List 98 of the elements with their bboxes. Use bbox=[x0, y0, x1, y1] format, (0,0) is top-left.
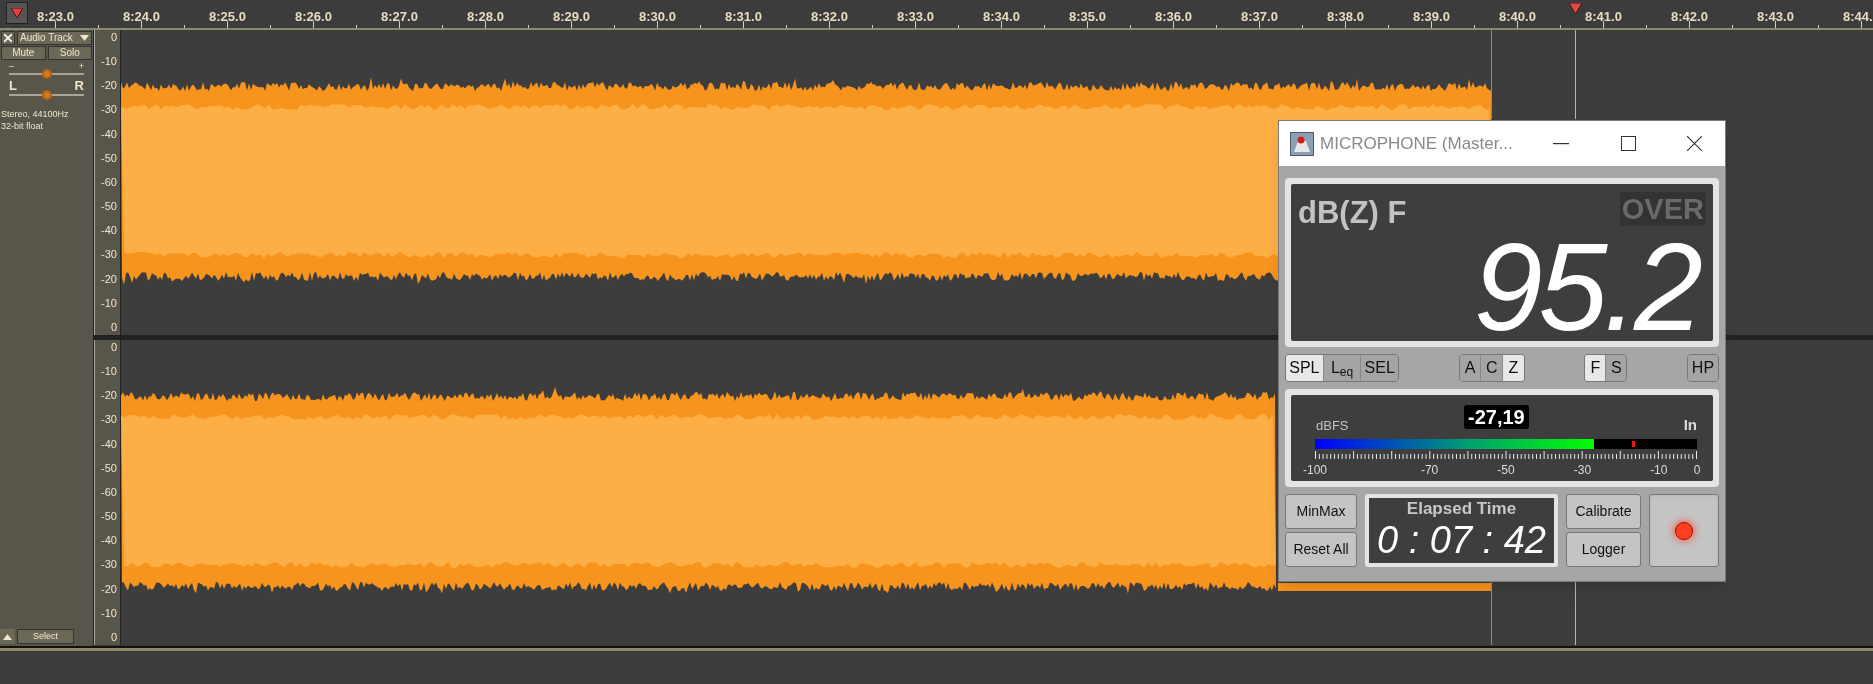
slider-thumb[interactable] bbox=[41, 69, 52, 79]
track-info-text: Stereo, 44100Hz bbox=[1, 108, 70, 120]
db-scale-label: -20 bbox=[100, 582, 117, 596]
pan-left-label: L bbox=[9, 79, 17, 92]
time-label: 8:32.0 bbox=[811, 9, 848, 24]
meter-button[interactable]: Calibrate bbox=[1566, 494, 1641, 529]
track-name-dropdown[interactable]: Audio Track bbox=[17, 31, 92, 45]
level-value: -27,19 bbox=[1464, 405, 1529, 429]
db-scale-label: -50 bbox=[100, 510, 117, 524]
time-label: 8:33.0 bbox=[897, 9, 934, 24]
db-scale-label: -30 bbox=[100, 248, 117, 262]
meter-button[interactable]: Reset All bbox=[1285, 532, 1357, 567]
db-scale-label: -40 bbox=[100, 437, 117, 451]
meter-button[interactable]: Logger bbox=[1566, 532, 1641, 567]
db-scale-label: 0 bbox=[109, 630, 117, 644]
input-label: In bbox=[1683, 415, 1697, 435]
db-scale-label: -10 bbox=[100, 365, 117, 379]
time-label: 8:43.0 bbox=[1757, 9, 1794, 24]
db-scale-label: -30 bbox=[100, 413, 117, 427]
audio-end-line bbox=[1491, 582, 1492, 645]
gain-plus-label: + bbox=[78, 62, 84, 71]
scale-label: -100 bbox=[1303, 463, 1327, 477]
time-label: 8:38.0 bbox=[1327, 9, 1364, 24]
close-icon[interactable] bbox=[1687, 136, 1702, 151]
scale-label: 0 bbox=[1693, 463, 1701, 477]
play-region-button[interactable] bbox=[6, 2, 28, 24]
time-label: 8:37.0 bbox=[1241, 9, 1278, 24]
mute-button[interactable]: Mute bbox=[1, 46, 46, 60]
scale-label: -50 bbox=[1497, 463, 1515, 477]
close-track-button[interactable] bbox=[1, 31, 15, 45]
mode-button[interactable]: Z bbox=[1503, 355, 1524, 381]
unit-label: dBFS bbox=[1316, 417, 1349, 435]
db-scale-label: -30 bbox=[100, 558, 117, 572]
mode-button[interactable]: HP bbox=[1687, 355, 1718, 381]
time-label: 8:40.0 bbox=[1499, 9, 1536, 24]
db-scale-label: -30 bbox=[100, 103, 117, 117]
elapsed-time-value: 0 : 07 : 42 bbox=[1377, 520, 1546, 560]
time-label: 8:39.0 bbox=[1413, 9, 1450, 24]
db-scale-label: -10 bbox=[100, 55, 117, 69]
mode-button[interactable]: A bbox=[1459, 355, 1482, 381]
time-label: 8:31.0 bbox=[725, 9, 762, 24]
window-title: MICROPHONE (Master... bbox=[1320, 132, 1513, 155]
playhead-marker-icon bbox=[1569, 3, 1582, 14]
db-scale-label: 0 bbox=[109, 341, 117, 354]
triangle-up-icon bbox=[3, 633, 12, 640]
db-scale-label: 0 bbox=[109, 31, 117, 44]
time-label: 8:27.0 bbox=[381, 9, 418, 24]
slider-thumb[interactable] bbox=[41, 90, 52, 100]
collapse-button[interactable] bbox=[0, 629, 15, 644]
mode-button[interactable]: SPL bbox=[1286, 355, 1324, 381]
mode-button[interactable]: F bbox=[1585, 355, 1607, 381]
playhead-line bbox=[1575, 582, 1576, 645]
db-scale-label: -40 bbox=[100, 224, 117, 238]
time-label: 8:35.0 bbox=[1069, 9, 1106, 24]
db-scale-label: -40 bbox=[100, 534, 117, 548]
maximize-icon[interactable] bbox=[1621, 136, 1636, 151]
time-label: 8:41.0 bbox=[1585, 9, 1622, 24]
dropdown-arrow-icon bbox=[80, 35, 89, 41]
track-info-text: 32-bit float bbox=[1, 120, 45, 132]
minimize-icon[interactable] bbox=[1553, 142, 1569, 145]
mode-label: dB(Z) F bbox=[1298, 194, 1407, 232]
db-scale-label: -60 bbox=[100, 485, 117, 499]
db-scale-label: -20 bbox=[100, 389, 117, 403]
scale-label: -30 bbox=[1573, 463, 1592, 477]
elapsed-time-label: Elapsed Time bbox=[1406, 498, 1517, 520]
select-button[interactable]: Select bbox=[17, 629, 74, 644]
level-reading: 95.2 bbox=[1473, 237, 1699, 337]
db-scale-label: -10 bbox=[100, 296, 117, 310]
gain-minus-label: – bbox=[9, 62, 14, 71]
time-label: 8:26.0 bbox=[295, 9, 332, 24]
db-scale-label: 0 bbox=[109, 320, 117, 334]
time-label: 8:36.0 bbox=[1155, 9, 1192, 24]
record-button[interactable] bbox=[1649, 494, 1719, 567]
db-scale-label: -50 bbox=[100, 461, 117, 475]
db-scale-label: -40 bbox=[100, 127, 117, 141]
time-label: 8:34.0 bbox=[983, 9, 1020, 24]
app-icon bbox=[1290, 131, 1314, 156]
time-label: 8:23.0 bbox=[37, 9, 74, 24]
time-label: 8:42.0 bbox=[1671, 9, 1708, 24]
time-label: 8:44. bbox=[1843, 9, 1873, 24]
time-label: 8:25.0 bbox=[209, 9, 246, 24]
db-scale-label: -50 bbox=[100, 200, 117, 214]
db-scale-label: -20 bbox=[100, 272, 117, 286]
meter-button[interactable]: MinMax bbox=[1285, 494, 1357, 529]
scale-label: -70 bbox=[1420, 463, 1439, 477]
pan-right-label: R bbox=[74, 79, 84, 92]
solo-button[interactable]: Solo bbox=[47, 46, 92, 60]
time-label: 8:24.0 bbox=[123, 9, 160, 24]
triangle-icon bbox=[11, 8, 23, 18]
db-scale-label: -10 bbox=[100, 606, 117, 620]
time-label: 8:29.0 bbox=[553, 9, 590, 24]
db-scale-label: -50 bbox=[100, 151, 117, 165]
db-scale-label: -60 bbox=[100, 175, 117, 189]
scale-label: -10 bbox=[1650, 463, 1668, 477]
close-icon bbox=[4, 34, 12, 42]
db-scale-label: -20 bbox=[100, 79, 117, 93]
time-label: 8:30.0 bbox=[639, 9, 676, 24]
time-label: 8:28.0 bbox=[467, 9, 504, 24]
